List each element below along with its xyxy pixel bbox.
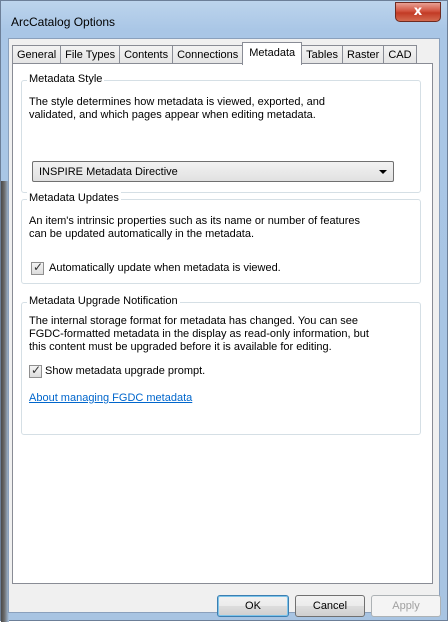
metadata-style-selected: INSPIRE Metadata Directive (39, 166, 178, 178)
group-title-metadata-style: Metadata Style (27, 73, 105, 85)
tab-tables[interactable]: Tables (301, 45, 343, 65)
checkmark-icon: ✓ (31, 363, 42, 377)
ok-button[interactable]: OK (217, 595, 289, 617)
tab-connections[interactable]: Connections (172, 45, 244, 65)
metadata-style-group: Metadata Style The style determines how … (21, 73, 421, 193)
tab-general[interactable]: General (12, 45, 62, 65)
window-title: ArcCatalog Options (11, 15, 116, 29)
cancel-button[interactable]: Cancel (295, 595, 365, 617)
metadata-updates-description: An item's intrinsic properties such as i… (29, 215, 361, 240)
tab-metadata[interactable]: Metadata (242, 42, 303, 65)
upgrade-notification-description: The internal storage format for metadata… (29, 315, 369, 353)
auto-update-label[interactable]: Automatically update when metadata is vi… (49, 262, 281, 274)
group-title-metadata-updates: Metadata Updates (27, 192, 121, 204)
close-icon: x (413, 4, 423, 19)
group-title-upgrade-notification: Metadata Upgrade Notification (27, 295, 180, 307)
upgrade-notification-group: Metadata Upgrade Notification The intern… (21, 295, 421, 435)
tab-cad[interactable]: CAD (383, 45, 417, 65)
metadata-updates-group: Metadata Updates An item's intrinsic pro… (21, 192, 421, 284)
title-bar[interactable]: ArcCatalog Options x (1, 1, 447, 39)
close-button[interactable]: x (395, 2, 441, 22)
about-fgdc-metadata-link[interactable]: About managing FGDC metadata (29, 392, 192, 404)
tab-contents[interactable]: Contents (119, 45, 174, 65)
chevron-down-icon (379, 170, 387, 174)
metadata-style-dropdown[interactable]: INSPIRE Metadata Directive (32, 161, 394, 182)
metadata-tab-panel: Metadata Style The style determines how … (12, 63, 433, 584)
show-upgrade-prompt-label[interactable]: Show metadata upgrade prompt. (45, 365, 205, 377)
checkmark-icon: ✓ (33, 260, 44, 274)
metadata-style-description: The style determines how metadata is vie… (29, 96, 325, 121)
apply-button[interactable]: Apply (371, 595, 441, 617)
tab-file-types[interactable]: File Types (60, 45, 121, 65)
tab-strip: General File Types Contents Connections … (12, 42, 417, 65)
tab-raster[interactable]: Raster (341, 45, 385, 65)
auto-update-checkbox[interactable]: ✓ (31, 260, 44, 275)
show-upgrade-prompt-checkbox[interactable]: ✓ (29, 363, 42, 378)
